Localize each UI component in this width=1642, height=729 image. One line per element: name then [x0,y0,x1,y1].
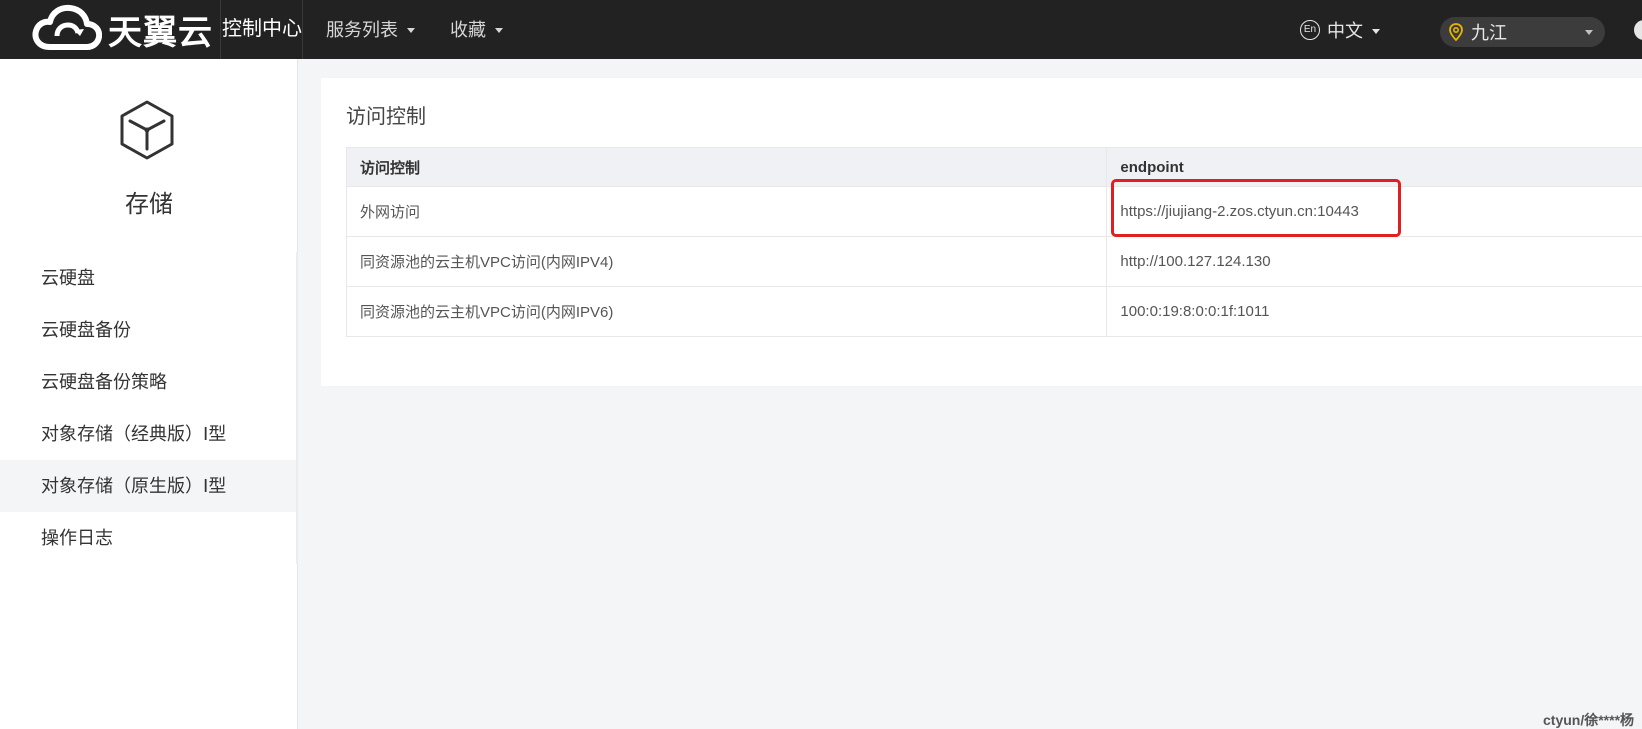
region-selector[interactable]: 九江 [1440,17,1605,47]
table-row: 同资源池的云主机VPC访问(内网IPV4) http://100.127.124… [347,237,1642,287]
access-type-cell: 外网访问 [360,204,421,221]
sidebar-item-operation-log[interactable]: 操作日志 [0,512,296,564]
highlight-annotation-box [1111,179,1401,237]
sidebar-menu: 云硬盘 云硬盘备份 云硬盘备份策略 对象存储（经典版）Ⅰ型 对象存储（原生版）Ⅰ… [0,252,296,564]
storage-cube-icon [120,100,174,160]
endpoint-cell[interactable]: 100:0:19:8:0:0:1f:1011 [1106,287,1642,336]
nav-service-list-label: 服务列表 [326,19,398,40]
column-header-access-control: 访问控制 [360,159,421,177]
top-bar: 天翼云 控制中心 服务列表 收藏 En 中文 九江 [0,0,1642,59]
access-type-cell: 同资源池的云主机VPC访问(内网IPV6) [360,304,614,321]
chevron-down-icon [1372,28,1380,34]
sidebar-title: 存储 [125,191,173,218]
console-title[interactable]: 控制中心 [220,0,302,59]
access-control-panel: 访问控制 访问控制 endpoint 外网访问 https://jiujiang… [321,78,1642,386]
chevron-down-icon [407,28,415,33]
sidebar-scrollbar[interactable] [296,252,298,564]
sidebar-item-object-storage-classic[interactable]: 对象存储（经典版）Ⅰ型 [0,408,296,460]
watermark: ctyun/徐****杨 [1543,712,1635,728]
access-type-cell: 同资源池的云主机VPC访问(内网IPV4) [360,254,614,271]
endpoint-table: 访问控制 endpoint 外网访问 https://jiujiang-2.zo… [346,147,1642,337]
page-title: 访问控制 [346,106,426,128]
language-icon: En [1300,20,1320,40]
sidebar-item-backup-policy[interactable]: 云硬盘备份策略 [0,356,296,408]
sidebar-item-cloud-disk-backup[interactable]: 云硬盘备份 [0,304,296,356]
sidebar-item-object-storage-native[interactable]: 对象存储（原生版）Ⅰ型 [0,460,296,512]
divider [302,0,303,59]
region-label: 九江 [1471,23,1507,43]
nav-favorites-label: 收藏 [450,19,486,40]
table-row: 外网访问 https://jiujiang-2.zos.ctyun.cn:104… [347,187,1642,237]
table-header-row: 访问控制 endpoint [347,148,1642,187]
cloud-logo-icon [32,4,102,50]
language-label: 中文 [1327,21,1363,41]
user-avatar[interactable] [1634,20,1642,40]
brand-logo[interactable]: 天翼云 [32,3,213,55]
chevron-down-icon [1585,30,1593,35]
sidebar: 存储 云硬盘 云硬盘备份 云硬盘备份策略 对象存储（经典版）Ⅰ型 对象存储（原生… [0,59,298,729]
location-pin-icon [1449,23,1463,41]
endpoint-cell[interactable]: http://100.127.124.130 [1106,237,1642,286]
language-switcher[interactable]: En 中文 [1300,17,1380,43]
nav-service-list[interactable]: 服务列表 [326,0,415,59]
sidebar-item-cloud-disk[interactable]: 云硬盘 [0,252,296,304]
chevron-down-icon [495,28,503,33]
nav-favorites[interactable]: 收藏 [450,0,503,59]
table-row: 同资源池的云主机VPC访问(内网IPV6) 100:0:19:8:0:0:1f:… [347,287,1642,337]
brand-name: 天翼云 [108,13,213,52]
